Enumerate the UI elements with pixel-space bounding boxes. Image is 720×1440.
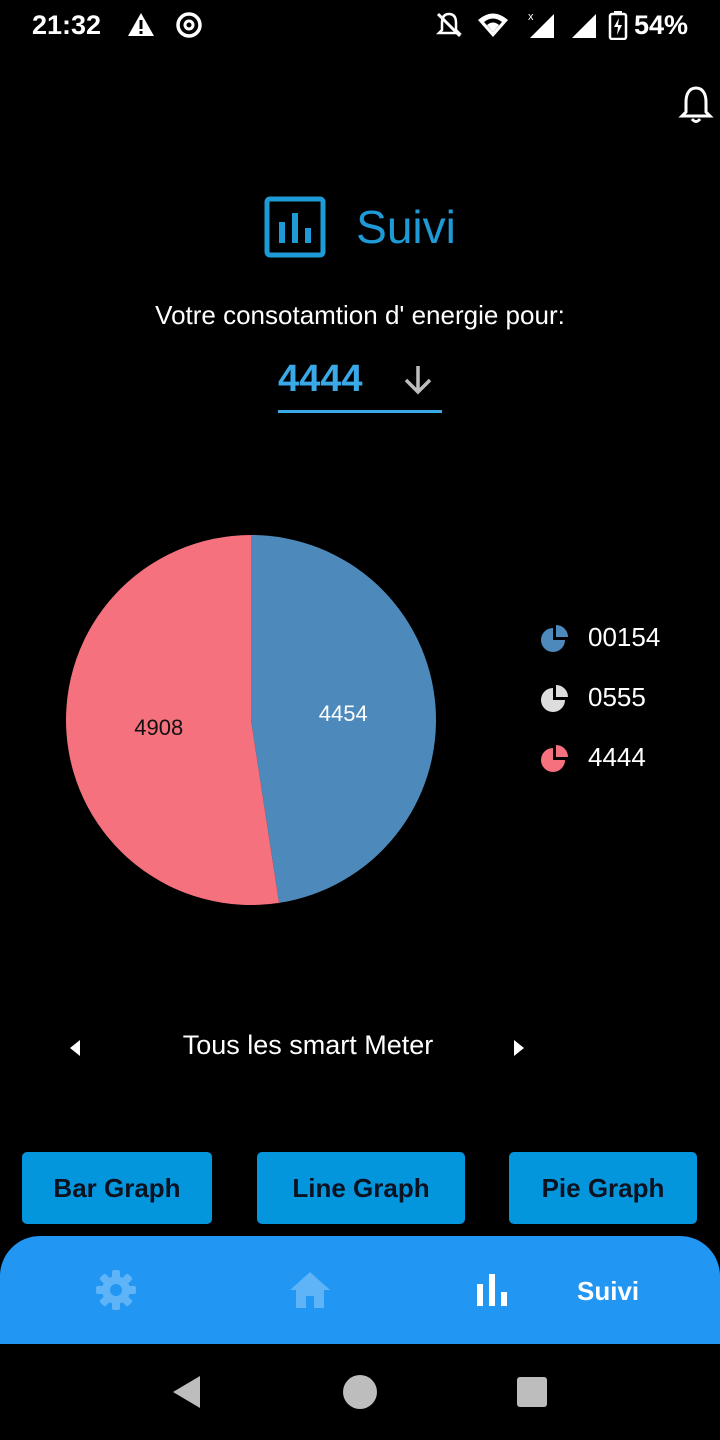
pie-chart: 4454 4908 <box>66 535 437 905</box>
nav-label-suivi[interactable]: Suivi <box>577 1276 639 1307</box>
status-time: 21:32 <box>32 10 102 40</box>
pie-chart-icon <box>541 624 568 652</box>
chart-icon <box>264 196 326 258</box>
bell-icon[interactable] <box>678 84 714 126</box>
notifications-off-icon <box>435 12 463 38</box>
pie-slice-label: 4908 <box>134 715 183 740</box>
meter-dropdown[interactable]: 4444 <box>278 356 442 413</box>
previous-meter-icon[interactable] <box>64 1036 86 1060</box>
page-header: Suivi <box>0 196 720 258</box>
bar-chart-icon <box>477 1274 507 1306</box>
warning-icon <box>128 13 154 36</box>
pie-graph-button[interactable]: Pie Graph <box>509 1152 697 1224</box>
cell-signal-icon: x <box>528 11 554 38</box>
pie-slice-label: 4454 <box>319 701 368 726</box>
bottom-nav: Suivi <box>0 1236 720 1344</box>
pie-chart-icon <box>541 684 568 712</box>
legend-item: 0555 <box>540 682 646 713</box>
legend-item: 00154 <box>540 622 660 653</box>
battery-percent: 54% <box>633 10 688 40</box>
wifi-icon <box>478 13 508 37</box>
legend-label: 00154 <box>588 622 661 652</box>
battery-icon <box>608 11 628 40</box>
back-icon[interactable] <box>170 1374 204 1410</box>
next-meter-icon[interactable] <box>508 1036 530 1060</box>
legend-label: 0555 <box>588 682 646 712</box>
pie-chart-icon <box>541 744 568 772</box>
recents-icon[interactable] <box>516 1376 548 1408</box>
at-sign-icon <box>176 12 202 38</box>
arrow-down-icon <box>404 366 432 395</box>
settings-icon[interactable] <box>94 1268 138 1312</box>
bar-graph-button[interactable]: Bar Graph <box>22 1152 212 1224</box>
legend-label: 4444 <box>588 742 646 772</box>
home-circle-icon[interactable] <box>342 1374 378 1410</box>
consumption-subtitle: Votre consotamtion d' energie pour: <box>155 300 565 330</box>
system-nav-bar <box>0 1344 720 1440</box>
cell-signal-icon-2 <box>572 14 596 38</box>
svg-text:x: x <box>528 11 534 23</box>
meter-dropdown-value: 4444 <box>278 358 363 400</box>
nav-item-suivi[interactable] <box>474 1268 510 1308</box>
page-title: Suivi <box>356 201 456 253</box>
legend-item: 4444 <box>540 742 646 773</box>
line-graph-button[interactable]: Line Graph <box>257 1152 465 1224</box>
home-icon[interactable] <box>288 1270 332 1310</box>
meter-nav-label: Tous les smart Meter <box>182 1030 434 1060</box>
